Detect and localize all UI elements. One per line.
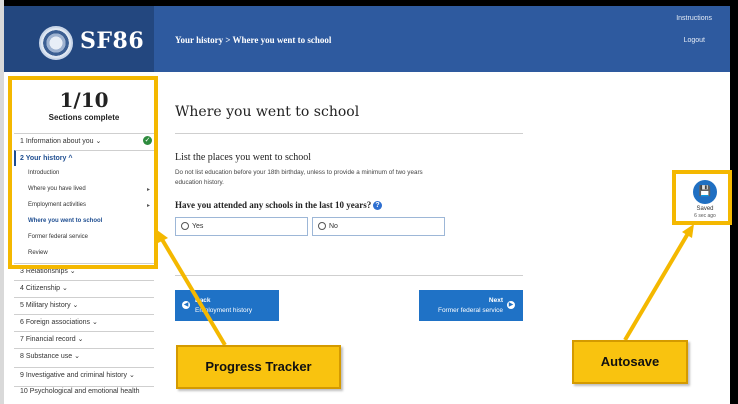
logout-link[interactable]: Logout [684, 37, 705, 44]
divider [175, 133, 523, 134]
sidebar-item-foreign-associations[interactable]: 6 Foreign associations ⌄ [14, 314, 154, 330]
radio-yes-label: Yes [192, 223, 204, 230]
radio-circle-icon[interactable] [181, 222, 189, 231]
next-button-destination: Former federal service [437, 307, 503, 314]
divider [175, 275, 523, 276]
page-title: Where you went to school [175, 104, 360, 120]
next-button[interactable]: Next Former federal service ▶ [419, 290, 523, 321]
breadcrumb[interactable]: Your history > Where you went to school [175, 35, 331, 45]
tracker-arrowhead [157, 230, 168, 243]
autosave-arrow [623, 228, 692, 342]
sidebar-item-military-history[interactable]: 5 Military history ⌄ [14, 297, 154, 313]
question-label: Have you attended any schools in the las… [175, 200, 372, 210]
arrow-left-icon: ◀ [182, 301, 190, 309]
seal-logo-icon [39, 26, 73, 60]
radio-yes[interactable]: Yes [175, 217, 308, 236]
radio-no-label: No [329, 223, 338, 230]
info-icon[interactable]: ? [373, 201, 382, 210]
sidebar-item-investigative-and-criminal-history[interactable]: 9 Investigative and criminal history ⌄ [14, 367, 154, 383]
back-button[interactable]: ◀ Back Employment history [175, 290, 279, 321]
back-button-destination: Employment history [195, 307, 253, 314]
autosave-highlight [672, 170, 732, 225]
sidebar-item-citizenship[interactable]: 4 Citizenship ⌄ [14, 280, 154, 296]
progress-tracker-highlight [8, 76, 158, 269]
help-text: Do not list education before your 18th b… [175, 169, 423, 186]
next-button-label: Next [488, 297, 503, 304]
radio-no[interactable]: No [312, 217, 445, 236]
app-title: SF86 [80, 28, 145, 54]
arrow-right-icon: ▶ [507, 301, 515, 309]
instructions-link[interactable]: Instructions [676, 15, 712, 22]
radio-circle-icon[interactable] [318, 222, 326, 231]
autosave-arrowhead [682, 224, 694, 238]
autosave-callout: Autosave [572, 340, 688, 384]
sidebar-item-substance-use[interactable]: 8 Substance use ⌄ [14, 348, 154, 364]
back-button-label: Back [195, 297, 211, 304]
sidebar-item-psychological-and-emotional-health[interactable]: 10 Psychological and emotional health [14, 386, 154, 404]
progress-tracker-callout: Progress Tracker [176, 345, 341, 389]
sidebar-item-financial-record[interactable]: 7 Financial record ⌄ [14, 331, 154, 347]
section-heading: List the places you went to school [175, 152, 312, 163]
